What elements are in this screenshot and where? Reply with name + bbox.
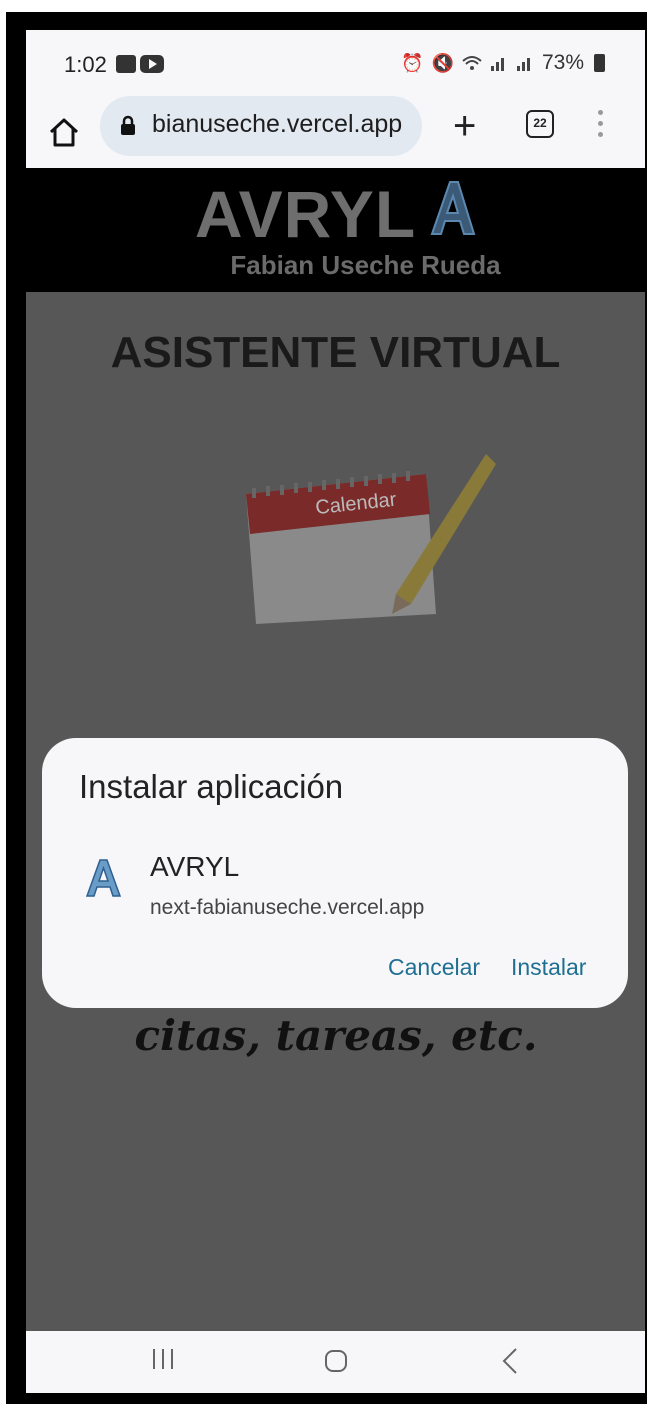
back-icon[interactable]	[502, 1347, 518, 1375]
phone-screen: 1:02 ⏰ 🔇 73% bianuseche.vercel.app + 22 …	[26, 30, 645, 1393]
install-app-dialog: Instalar aplicación AVRYL next-fabianuse…	[42, 738, 628, 1008]
app-logo-icon	[86, 859, 122, 897]
home-icon[interactable]	[324, 1349, 348, 1373]
signal-icon	[490, 58, 504, 71]
menu-icon[interactable]	[598, 110, 604, 142]
lock-icon	[121, 115, 135, 135]
recent-apps-icon[interactable]	[150, 1347, 176, 1371]
app-url: next-fabianuseche.vercel.app	[150, 896, 425, 919]
site-subtitle: Fabian Useche Rueda	[230, 250, 501, 280]
signal-icon	[516, 58, 530, 71]
alarm-icon: ⏰	[401, 52, 424, 73]
site-header: AVRYL Fabian Useche Rueda	[26, 168, 645, 292]
new-tab-icon[interactable]: +	[453, 106, 476, 146]
page-heading: ASISTENTE VIRTUAL	[110, 328, 561, 377]
site-brand: AVRYL	[26, 176, 645, 252]
url-text: bianuseche.vercel.app	[152, 110, 403, 138]
home-icon[interactable]	[46, 114, 82, 150]
battery-percent: 73%	[541, 51, 584, 74]
gallery-icon	[116, 55, 136, 73]
tabs-button[interactable]: 22	[526, 110, 554, 138]
status-time: 1:02	[64, 52, 107, 77]
web-content: AVRYL Fabian Useche Rueda ASISTENTE VIRT…	[26, 168, 645, 1331]
app-name: AVRYL	[150, 851, 240, 882]
status-icons: ⏰ 🔇 73%	[401, 51, 605, 75]
address-bar[interactable]: bianuseche.vercel.app	[100, 96, 422, 156]
browser-toolbar: bianuseche.vercel.app + 22	[26, 96, 645, 168]
wifi-icon	[462, 56, 482, 70]
dialog-title: Instalar aplicación	[79, 768, 344, 805]
mute-icon: 🔇	[431, 52, 454, 73]
brand-name: AVRYL	[194, 177, 417, 251]
cancel-button[interactable]: Cancelar	[388, 954, 480, 981]
youtube-icon	[140, 55, 164, 73]
status-bar: 1:02 ⏰ 🔇 73%	[26, 30, 645, 96]
install-button[interactable]: Instalar	[511, 954, 586, 981]
calendar-image: Calendar	[246, 454, 496, 624]
system-nav-bar	[26, 1331, 645, 1393]
avryl-logo-icon	[430, 181, 476, 235]
battery-icon	[594, 54, 605, 72]
